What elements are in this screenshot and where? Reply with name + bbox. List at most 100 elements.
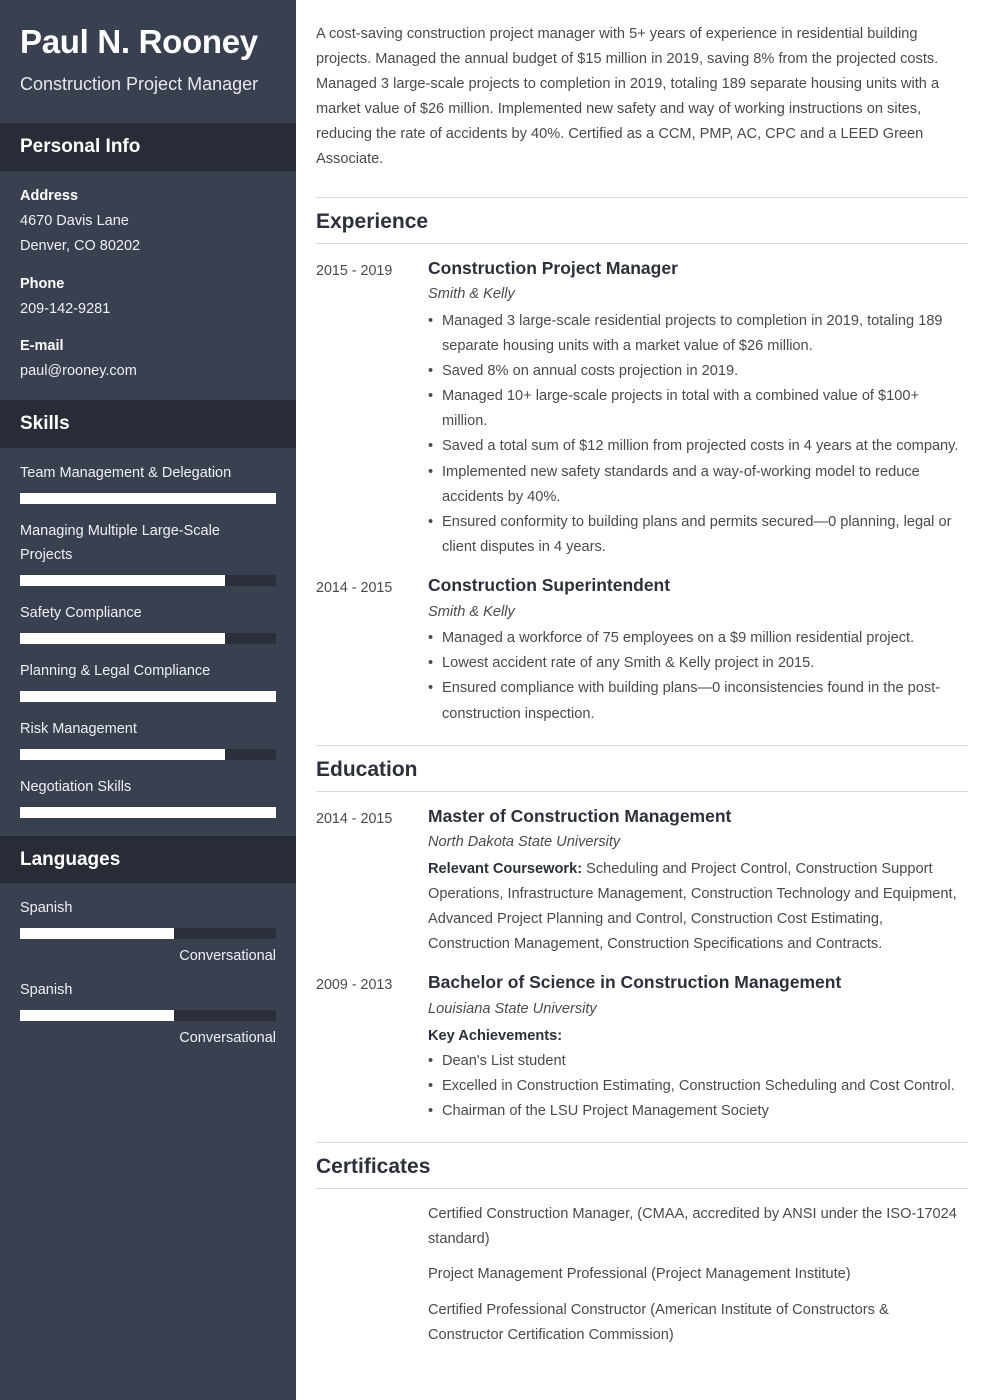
name-block: Paul N. Rooney Construction Project Mana… bbox=[0, 0, 296, 123]
entry-bullet: Managed 3 large-scale residential projec… bbox=[428, 309, 968, 359]
skill-level-fill bbox=[20, 574, 225, 586]
resume-page: Paul N. Rooney Construction Project Mana… bbox=[0, 0, 990, 1400]
info-group: Phone 209-142-9281 bbox=[20, 273, 276, 322]
entry-organization: Smith & Kelly bbox=[428, 286, 515, 303]
entry-title: Construction Project Manager bbox=[428, 257, 678, 278]
entry-bullet: Managed a workforce of 75 employees on a… bbox=[428, 626, 968, 651]
certificate-spacer bbox=[316, 1298, 428, 1348]
certificates-section: Certificates Certified Construction Mana… bbox=[316, 1142, 968, 1348]
education-section: Education 2014 - 2015 Master of Construct… bbox=[316, 744, 968, 1124]
entry-date: 2014 - 2015 bbox=[316, 579, 393, 596]
skill-name: Planning & Legal Compliance bbox=[20, 662, 211, 679]
skill-item: Managing Multiple Large-Scale Projects bbox=[20, 520, 276, 586]
skill-level-bar bbox=[20, 748, 276, 760]
entry-date: 2009 - 2013 bbox=[316, 977, 393, 994]
info-group: Address 4670 Davis Lane Denver, CO 80202 bbox=[20, 185, 276, 259]
personal-info-list: Address 4670 Davis Lane Denver, CO 80202 Ph… bbox=[20, 185, 276, 385]
skill-level-bar bbox=[20, 574, 276, 586]
entry-organization: Louisiana State University bbox=[428, 1001, 597, 1018]
entry-bullet: Saved 8% on annual costs projection in 2… bbox=[428, 359, 968, 384]
entry-title: Construction Superintendent bbox=[428, 574, 671, 595]
entry-body: Construction Project Manager Smith & Kell… bbox=[428, 257, 968, 560]
experience-section-head: Experience bbox=[316, 196, 968, 244]
skill-level-fill bbox=[20, 690, 276, 702]
experience-heading: Experience bbox=[316, 209, 429, 233]
certificate-entry: Certified Construction Manager, (CMAA, a… bbox=[316, 1202, 968, 1252]
entry-bullet-list: Managed 3 large-scale residential projec… bbox=[428, 309, 968, 560]
experience-section: Experience 2015 - 2019 Construction Proje… bbox=[316, 196, 968, 727]
timeline-entry: 2014 - 2015 Master of Construction Manage… bbox=[316, 805, 968, 958]
timeline-entry: 2014 - 2015 Construction Superintendent Sm… bbox=[316, 574, 968, 727]
skill-level-fill bbox=[20, 632, 225, 644]
personal-info-header: Personal Info bbox=[0, 123, 296, 171]
skill-name: Negotiation Skills bbox=[20, 778, 132, 795]
skills-body: Team Management & Delegation Managing Mul… bbox=[0, 448, 296, 835]
skill-item: Safety Compliance bbox=[20, 602, 276, 644]
info-value: paul@rooney.com bbox=[20, 363, 137, 380]
skill-name: Team Management & Delegation bbox=[20, 465, 232, 482]
professional-summary: A cost-saving construction project manag… bbox=[316, 26, 940, 168]
language-name: Spanish bbox=[20, 900, 73, 917]
info-value: 209-142-9281 bbox=[20, 300, 111, 317]
entry-date: 2015 - 2019 bbox=[316, 262, 393, 279]
timeline-entry: 2015 - 2019 Construction Project Manager S… bbox=[316, 257, 968, 560]
entry-note: Key Achievements: bbox=[428, 1024, 968, 1049]
skill-name: Risk Management bbox=[20, 720, 137, 737]
skill-item: Negotiation Skills bbox=[20, 776, 276, 818]
language-item: Spanish Conversational bbox=[20, 897, 276, 969]
language-level-fill bbox=[20, 928, 174, 940]
main-column: A cost-saving construction project manag… bbox=[296, 0, 990, 1400]
certificate-entry: Project Management Professional (Project… bbox=[316, 1262, 968, 1287]
certificate-spacer bbox=[316, 1262, 428, 1287]
languages-header: Languages bbox=[0, 835, 296, 884]
entry-note-label: Relevant Coursework: bbox=[428, 861, 583, 878]
candidate-name: Paul N. Rooney bbox=[20, 23, 258, 60]
certificates-section-head: Certificates bbox=[316, 1142, 968, 1190]
entry-bullet: Dean's List student bbox=[428, 1049, 968, 1074]
entry-body: Master of Construction Management North D… bbox=[428, 805, 968, 958]
skill-level-fill bbox=[20, 493, 276, 505]
certificate-text: Certified Professional Constructor (Amer… bbox=[428, 1301, 889, 1343]
skills-header: Skills bbox=[0, 400, 296, 449]
info-label: Address bbox=[20, 187, 79, 204]
skill-level-bar bbox=[20, 493, 276, 505]
skill-name: Managing Multiple Large-Scale Projects bbox=[20, 523, 220, 563]
personal-info-heading: Personal Info bbox=[20, 136, 141, 158]
candidate-job-title: Construction Project Manager bbox=[20, 74, 259, 95]
info-value: 4670 Davis Lane bbox=[20, 212, 129, 229]
skill-item: Risk Management bbox=[20, 718, 276, 760]
skill-level-fill bbox=[20, 748, 225, 760]
certificate-entry: Certified Professional Constructor (Amer… bbox=[316, 1298, 968, 1348]
entry-bullet: Chairman of the LSU Project Management S… bbox=[428, 1099, 968, 1124]
certificate-spacer bbox=[316, 1202, 428, 1252]
entry-bullet-list: Dean's List studentExcelled in Construct… bbox=[428, 1049, 968, 1124]
entry-date: 2014 - 2015 bbox=[316, 810, 393, 827]
entry-bullet: Saved a total sum of $12 million from pr… bbox=[428, 434, 968, 459]
language-proficiency: Conversational bbox=[179, 1029, 276, 1046]
sidebar: Paul N. Rooney Construction Project Mana… bbox=[0, 0, 296, 1400]
entry-bullet: Managed 10+ large-scale projects in tota… bbox=[428, 384, 968, 434]
certificate-entries: Certified Construction Manager, (CMAA, a… bbox=[316, 1202, 968, 1347]
info-value: Denver, CO 80202 bbox=[20, 237, 141, 254]
skills-list: Team Management & Delegation Managing Mul… bbox=[20, 462, 276, 818]
education-entries: 2014 - 2015 Master of Construction Manage… bbox=[316, 805, 968, 1124]
personal-info-body: Address 4670 Davis Lane Denver, CO 80202 Ph… bbox=[0, 171, 296, 401]
languages-list: Spanish Conversational Spanish Conversation… bbox=[20, 897, 276, 1050]
skill-level-bar bbox=[20, 632, 276, 644]
certificate-text: Project Management Professional (Project… bbox=[428, 1266, 851, 1283]
entry-title: Master of Construction Management bbox=[428, 805, 732, 826]
entry-organization: Smith & Kelly bbox=[428, 603, 515, 620]
entry-bullet: Lowest accident rate of any Smith & Kell… bbox=[428, 651, 968, 676]
education-heading: Education bbox=[316, 757, 418, 781]
experience-entries: 2015 - 2019 Construction Project Manager S… bbox=[316, 257, 968, 727]
skill-name: Safety Compliance bbox=[20, 604, 142, 621]
skill-level-bar bbox=[20, 806, 276, 818]
entry-bullet: Excelled in Construction Estimating, Con… bbox=[428, 1074, 968, 1099]
skill-item: Planning & Legal Compliance bbox=[20, 660, 276, 702]
language-level-fill bbox=[20, 1009, 174, 1021]
certificates-heading: Certificates bbox=[316, 1155, 431, 1179]
entry-organization: North Dakota State University bbox=[428, 834, 621, 851]
language-level-bar bbox=[20, 1009, 276, 1021]
entry-bullet: Implemented new safety standards and a w… bbox=[428, 460, 968, 510]
entry-bullet: Ensured conformity to building plans and… bbox=[428, 510, 968, 560]
